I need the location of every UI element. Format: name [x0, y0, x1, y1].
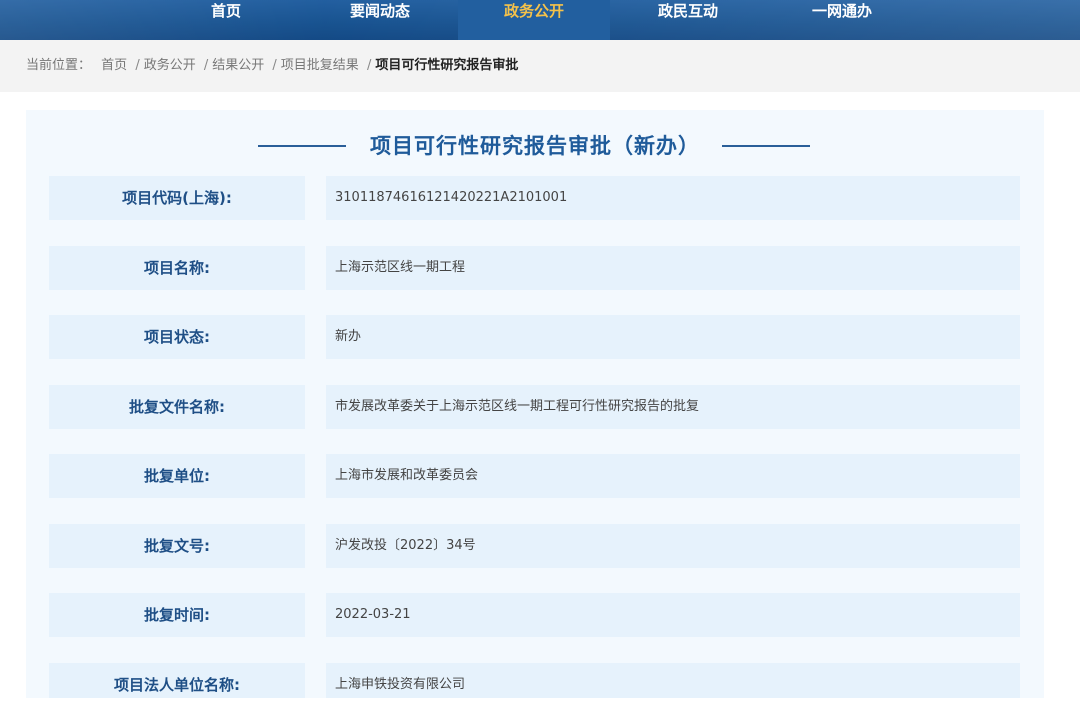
- breadcrumb-current: 项目可行性研究报告审批: [375, 58, 519, 73]
- field-value-approval-authority: 上海市发展和改革委员会: [326, 454, 1020, 498]
- breadcrumb-item-approval-results[interactable]: 项目批复结果: [281, 40, 359, 92]
- nav-item-public-interaction[interactable]: 政民互动: [640, 0, 736, 40]
- breadcrumb-separator: /: [366, 58, 372, 73]
- breadcrumb-separator: /: [272, 58, 277, 73]
- field-label-document-number: 批复文号:: [49, 524, 305, 568]
- field-label-legal-entity: 项目法人单位名称:: [49, 663, 305, 698]
- breadcrumb: 当前位置： 首页 / 政务公开 / 结果公开 / 项目批复结果 / 项目可行性研究报告审…: [0, 40, 1080, 92]
- field-label-project-name: 项目名称:: [49, 246, 305, 290]
- field-value-project-code: 31011874616121420221A2101001: [326, 176, 1020, 220]
- field-label-approval-date: 批复时间:: [49, 593, 305, 637]
- field-label-project-code: 项目代码(上海):: [49, 176, 305, 220]
- field-value-approval-document: 市发展改革委关于上海示范区线一期工程可行性研究报告的批复: [326, 385, 1020, 429]
- field-value-legal-entity: 上海申铁投资有限公司: [326, 663, 1020, 698]
- field-value-approval-date: 2022-03-21: [326, 593, 1020, 637]
- breadcrumb-separator: /: [135, 58, 140, 73]
- field-label-approval-authority: 批复单位:: [49, 454, 305, 498]
- field-value-project-name: 上海示范区线一期工程: [326, 246, 1020, 290]
- page-title: 项目可行性研究报告审批（新办）: [370, 134, 700, 158]
- field-label-approval-document: 批复文件名称:: [49, 385, 305, 429]
- breadcrumb-item-home[interactable]: 首页: [101, 40, 127, 92]
- breadcrumb-prefix: 当前位置：: [26, 58, 92, 73]
- breadcrumb-item-government-affairs[interactable]: 政务公开: [144, 40, 196, 92]
- nav-item-government-affairs[interactable]: 政务公开: [458, 0, 610, 40]
- nav-item-home[interactable]: 首页: [178, 0, 274, 40]
- breadcrumb-separator: /: [203, 58, 209, 73]
- field-value-project-status: 新办: [326, 315, 1020, 359]
- nav-item-news[interactable]: 要闻动态: [332, 0, 428, 40]
- field-label-project-status: 项目状态:: [49, 315, 305, 359]
- top-navigation: 首页 要闻动态 政务公开 政民互动 一网通办: [0, 0, 1080, 40]
- nav-item-online-services[interactable]: 一网通办: [794, 0, 890, 40]
- title-decoration-right: [722, 145, 810, 147]
- breadcrumb-item-results[interactable]: 结果公开: [212, 40, 264, 92]
- field-value-document-number: 沪发改投〔2022〕34号: [326, 524, 1020, 568]
